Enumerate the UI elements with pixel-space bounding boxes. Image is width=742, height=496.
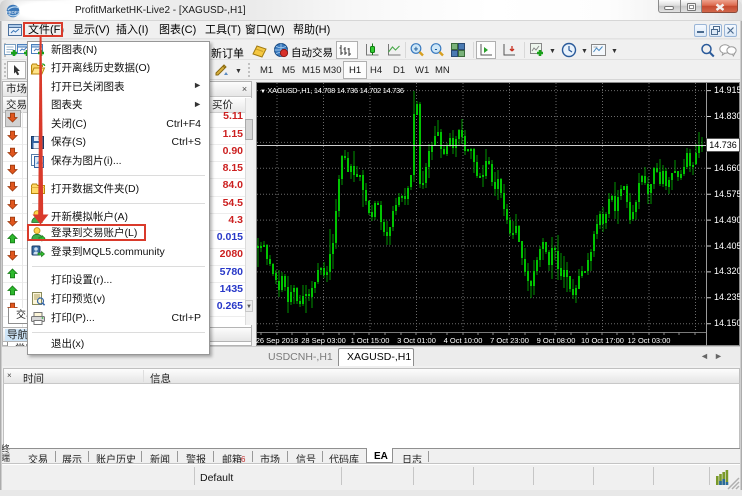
svg-text:PROFIT: PROFIT [6, 10, 20, 15]
svg-text:-: - [435, 44, 438, 53]
svg-text:+: + [414, 44, 419, 53]
